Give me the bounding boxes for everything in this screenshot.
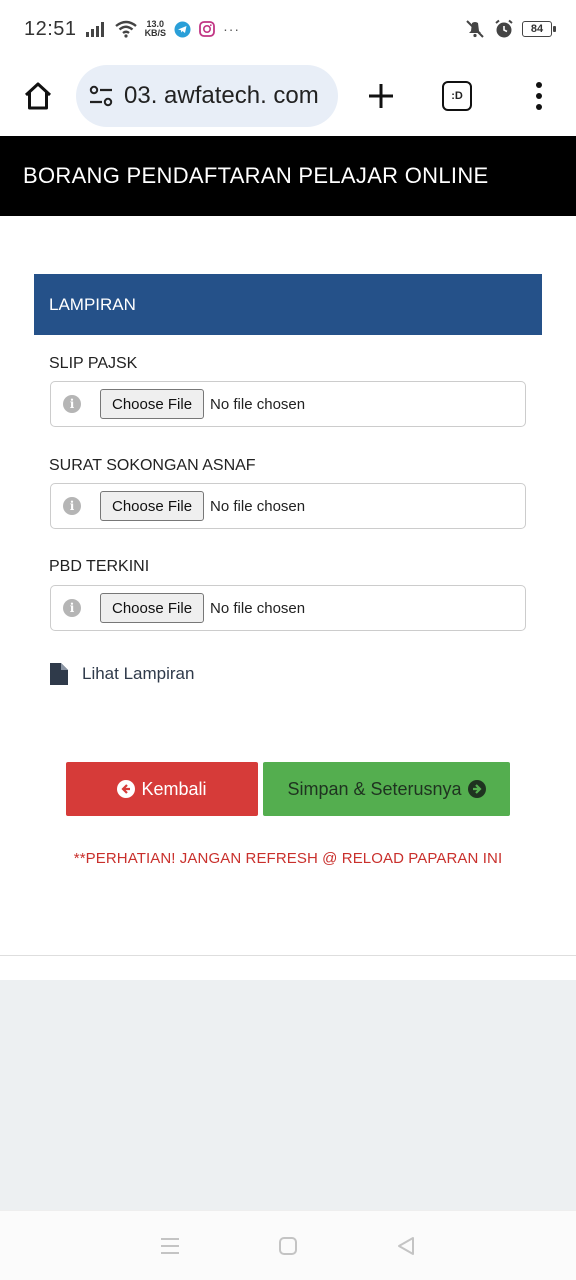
net-speed: 13.0 KB/S (144, 19, 167, 38)
plus-icon (369, 84, 393, 108)
back-triangle-icon[interactable] (395, 1235, 417, 1257)
choose-file-button[interactable]: Choose File (100, 593, 205, 623)
choose-file-button[interactable]: Choose File (100, 389, 205, 419)
wifi-icon (114, 20, 137, 38)
address-bar[interactable]: 03. awfatech. com (76, 65, 338, 127)
page-header: BORANG PENDAFTARAN PELAJAR ONLINE (0, 136, 576, 216)
field-label-surat-sokongan-asnaf: SURAT SOKONGAN ASNAF (49, 457, 256, 474)
arrow-circle-left-icon (117, 780, 136, 798)
clock: 12:51 (24, 17, 77, 40)
recent-apps-icon[interactable] (159, 1236, 181, 1256)
save-next-button[interactable]: Simpan & Seterusnya (263, 762, 510, 816)
system-navigation-bar (0, 1210, 576, 1280)
file-status: No file chosen (210, 497, 306, 515)
menu-dot-icon (536, 93, 542, 99)
file-icon (50, 663, 68, 685)
new-tab-button[interactable] (364, 79, 398, 113)
battery-indicator: 84 (522, 21, 556, 37)
tab-switcher-button[interactable]: :D (442, 81, 472, 111)
status-bar: 12:51 13.0 KB/S ··· 84 (0, 0, 576, 58)
page-title: BORANG PENDAFTARAN PELAJAR ONLINE (23, 163, 489, 188)
back-button[interactable]: Kembali (66, 762, 258, 816)
signal-icon (85, 22, 104, 37)
home-button[interactable] (16, 74, 60, 118)
site-settings-icon (89, 85, 113, 107)
browser-toolbar: 03. awfatech. com :D (0, 58, 576, 134)
home-icon (24, 82, 52, 110)
field-label-slip-pajsk: SLIP PAJSK (49, 355, 138, 372)
page-footer-area (0, 980, 576, 1210)
file-status: No file chosen (210, 599, 306, 617)
view-attachment-label: Lihat Lampiran (82, 664, 195, 683)
alarm-icon (495, 19, 513, 38)
menu-dot-icon (536, 104, 542, 110)
file-input-slip-pajsk[interactable]: i Choose File No file chosen (50, 381, 526, 427)
save-next-button-label: Simpan & Seterusnya (287, 778, 462, 799)
info-icon: i (63, 395, 81, 413)
browser-menu-button[interactable] (532, 82, 546, 110)
info-icon: i (63, 497, 81, 515)
url-text: 03. awfatech. com (124, 82, 319, 109)
divider (0, 955, 576, 956)
file-input-pbd-terkini[interactable]: i Choose File No file chosen (50, 585, 526, 631)
back-button-label: Kembali (141, 778, 207, 799)
warning-text: **PERHATIAN! JANGAN REFRESH @ RELOAD PAP… (73, 850, 503, 867)
home-square-icon[interactable] (278, 1236, 298, 1256)
telegram-icon (174, 21, 191, 37)
choose-file-button[interactable]: Choose File (100, 491, 205, 521)
mute-icon (466, 20, 484, 38)
panel-heading: LAMPIRAN (34, 274, 542, 335)
instagram-icon (199, 21, 215, 37)
arrow-circle-right-icon (467, 780, 486, 798)
file-status: No file chosen (210, 395, 306, 413)
field-label-pbd-terkini: PBD TERKINI (49, 558, 150, 575)
info-icon: i (63, 599, 81, 617)
menu-dot-icon (536, 82, 542, 88)
view-attachment-link[interactable]: Lihat Lampiran (50, 663, 194, 685)
more-notifications-icon: ··· (223, 21, 241, 37)
file-input-surat-sokongan-asnaf[interactable]: i Choose File No file chosen (50, 483, 526, 529)
